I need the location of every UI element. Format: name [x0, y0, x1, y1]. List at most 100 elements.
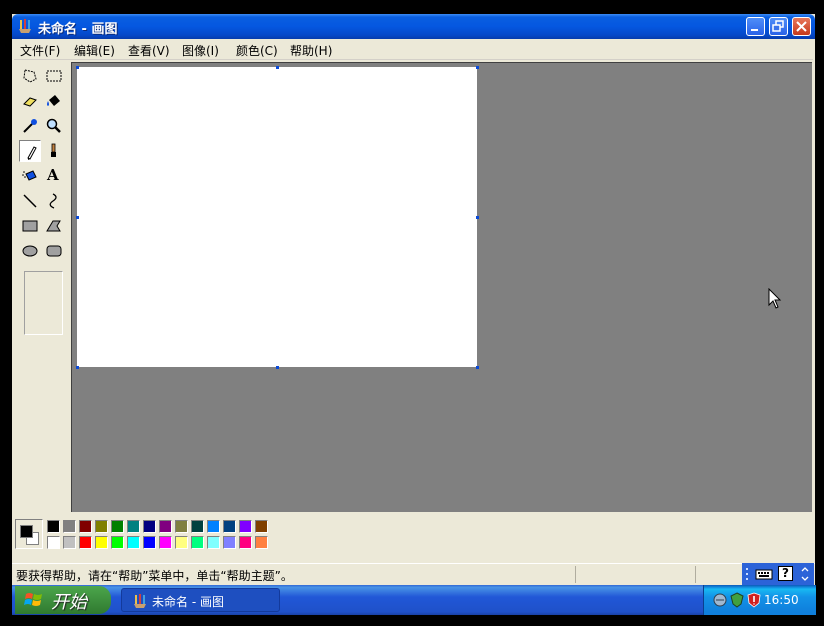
- resize-handle-bottom[interactable]: [276, 366, 279, 369]
- menu-bar: 文件(F) 编辑(E) 查看(V) 图像(I) 颜色(C) 帮助(H): [14, 39, 813, 60]
- color-swatch[interactable]: [127, 520, 140, 533]
- color-swatch[interactable]: [63, 536, 76, 549]
- windows-logo-icon: [24, 593, 42, 606]
- brush-tool[interactable]: [43, 140, 65, 162]
- color-swatch[interactable]: [239, 536, 252, 549]
- paint-app-icon: [19, 19, 31, 33]
- clock: 16:50: [764, 593, 799, 607]
- pencil-tool[interactable]: [19, 140, 41, 162]
- color-swatch[interactable]: [79, 520, 92, 533]
- color-swatch[interactable]: [175, 536, 188, 549]
- color-swatch[interactable]: [223, 536, 236, 549]
- system-tray: 16:50: [703, 585, 816, 615]
- color-swatch[interactable]: [191, 536, 204, 549]
- resize-handle: [76, 216, 79, 219]
- color-swatch[interactable]: [223, 520, 236, 533]
- status-divider: [695, 566, 696, 583]
- drag-handle-icon: [746, 568, 748, 580]
- shield-alert-icon[interactable]: [746, 592, 762, 608]
- taskbar-item-label: 未命名 - 画图: [152, 595, 224, 609]
- menu-help[interactable]: 帮助(H): [290, 42, 332, 59]
- drawing-workspace: [71, 62, 812, 512]
- restore-icon: [772, 20, 784, 32]
- resize-handle-corner[interactable]: [476, 366, 479, 369]
- close-button[interactable]: [792, 17, 811, 36]
- color-swatch[interactable]: [143, 520, 156, 533]
- restore-button[interactable]: [769, 17, 788, 36]
- security-icon[interactable]: [729, 592, 745, 608]
- color-swatch[interactable]: [207, 520, 220, 533]
- tool-options-box[interactable]: [24, 271, 63, 335]
- minimize-button[interactable]: [746, 17, 765, 36]
- title-bar[interactable]: 未命名 - 画图: [12, 14, 815, 39]
- color-swatch[interactable]: [175, 520, 188, 533]
- taskbar: 开始 未命名 - 画图 16:50: [12, 585, 816, 615]
- color-palette: [15, 519, 275, 555]
- start-button[interactable]: 开始: [15, 586, 111, 614]
- language-help-button[interactable]: ?: [778, 566, 793, 581]
- fill-icon: [47, 95, 60, 106]
- taskbar-item-paint[interactable]: 未命名 - 画图: [121, 588, 280, 612]
- network-icon[interactable]: [712, 592, 728, 608]
- fill-tool[interactable]: [43, 90, 65, 112]
- rounded-rectangle-icon: [46, 245, 62, 257]
- free-form-select-tool[interactable]: [19, 65, 41, 87]
- resize-handle: [76, 366, 79, 369]
- menu-image[interactable]: 图像(I): [182, 42, 219, 59]
- resize-handle-right[interactable]: [476, 216, 479, 219]
- color-swatch[interactable]: [159, 536, 172, 549]
- free-form-select-icon: [23, 69, 37, 83]
- color-swatch[interactable]: [127, 536, 140, 549]
- menu-edit[interactable]: 编辑(E): [74, 42, 115, 59]
- airbrush-tool[interactable]: [19, 165, 41, 187]
- rectangle-tool[interactable]: [19, 215, 41, 237]
- resize-handle: [276, 66, 279, 69]
- polygon-tool[interactable]: [43, 215, 65, 237]
- color-swatch[interactable]: [47, 520, 60, 533]
- toolbox: A: [15, 62, 68, 512]
- curve-tool[interactable]: [43, 190, 65, 212]
- help-icon: ?: [782, 566, 789, 580]
- color-swatch[interactable]: [63, 520, 76, 533]
- eraser-tool[interactable]: [19, 90, 41, 112]
- color-swatch[interactable]: [255, 536, 268, 549]
- select-tool[interactable]: [43, 65, 65, 87]
- menu-view[interactable]: 查看(V): [128, 42, 170, 59]
- color-swatch[interactable]: [111, 520, 124, 533]
- foreground-color: [20, 525, 33, 538]
- paint-window: 未命名 - 画图 文件(F) 编辑(E) 查看(V) 图像(I) 颜色(C) 帮…: [12, 14, 815, 586]
- color-swatch[interactable]: [191, 520, 204, 533]
- text-tool[interactable]: A: [43, 165, 65, 187]
- color-swatch[interactable]: [207, 536, 220, 549]
- start-label: 开始: [51, 592, 87, 613]
- color-swatch[interactable]: [79, 536, 92, 549]
- status-divider: [575, 566, 576, 583]
- close-icon: [796, 21, 807, 32]
- current-colors: [15, 519, 43, 549]
- rounded-rectangle-tool[interactable]: [43, 240, 65, 262]
- options-icon[interactable]: [800, 566, 810, 582]
- mouse-cursor-icon: [768, 288, 782, 309]
- color-swatch[interactable]: [255, 520, 268, 533]
- ellipse-tool[interactable]: [19, 240, 41, 262]
- rectangle-icon: [22, 220, 38, 232]
- text-icon: A: [47, 166, 59, 184]
- drawing-canvas[interactable]: [77, 67, 477, 367]
- color-swatch[interactable]: [143, 536, 156, 549]
- color-swatch[interactable]: [95, 536, 108, 549]
- magnifier-tool[interactable]: [43, 115, 65, 137]
- color-swatch[interactable]: [111, 536, 124, 549]
- pick-color-icon: [23, 119, 37, 133]
- paint-app-icon: [134, 594, 146, 608]
- line-tool[interactable]: [19, 190, 41, 212]
- pick-color-tool[interactable]: [19, 115, 41, 137]
- status-bar: 要获得帮助，请在“帮助”菜单中，单击“帮助主题”。: [12, 563, 815, 586]
- polygon-icon: [46, 220, 61, 232]
- color-swatch[interactable]: [47, 536, 60, 549]
- keyboard-icon[interactable]: [755, 567, 773, 581]
- color-swatch[interactable]: [239, 520, 252, 533]
- color-swatch[interactable]: [159, 520, 172, 533]
- menu-colors[interactable]: 颜色(C): [236, 42, 278, 59]
- menu-file[interactable]: 文件(F): [20, 42, 60, 59]
- color-swatch[interactable]: [95, 520, 108, 533]
